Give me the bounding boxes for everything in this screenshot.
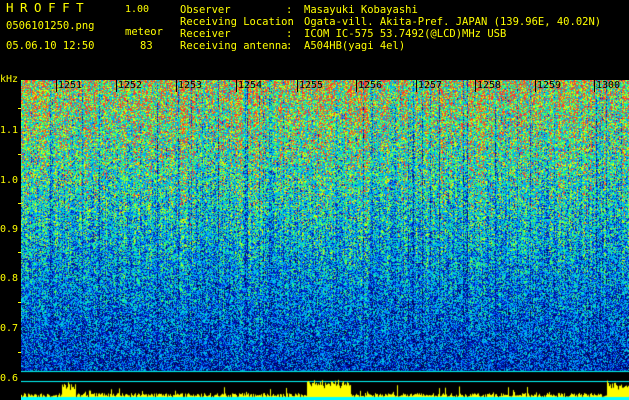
y-tick-label: 1.1 [0, 125, 19, 136]
app-version: 1.00 [125, 4, 150, 15]
time-tick-label: 1254 [238, 80, 263, 91]
time-tick-label: 1251 [58, 80, 83, 91]
time-tick-mark [475, 80, 476, 92]
time-tick-label: 1253 [178, 80, 203, 91]
waterfall-spectrogram [21, 80, 629, 400]
app-title: HROFFT [6, 0, 91, 15]
time-tick-mark [236, 80, 237, 92]
y-tick-label: 0.8 [0, 273, 19, 284]
y-tick-label: 0.7 [0, 323, 19, 334]
info-key-antenna: Receiving antenna [180, 40, 288, 52]
signal-level-canvas [21, 80, 629, 400]
datetime-stamp: 05.06.10 12:50 [6, 40, 95, 52]
time-tick-mark [535, 80, 536, 92]
y-tick-label: 1.0 [0, 175, 19, 186]
time-tick-mark [56, 80, 57, 92]
file-name: 0506101250.png [6, 20, 95, 32]
meteor-count: 83 [140, 40, 153, 52]
time-tick-mark [116, 80, 117, 92]
hrofft-window: HROFFT 1.00 0506101250.png meteor 05.06.… [0, 0, 629, 400]
time-tick-label: 1257 [418, 80, 443, 91]
time-tick-mark [594, 80, 595, 92]
y-tick-label: 0.6 [0, 373, 19, 384]
time-tick-mark [176, 80, 177, 92]
time-tick-label: 1255 [299, 80, 324, 91]
time-tick-label: 1259 [537, 80, 562, 91]
time-tick-label: 1300 [596, 80, 621, 91]
time-tick-label: 1256 [358, 80, 383, 91]
info-value-antenna: A504HB(yagi 4el) [304, 40, 406, 52]
time-tick-mark [356, 80, 357, 92]
y-tick-label: 0.9 [0, 224, 19, 235]
info-separator: : [286, 40, 293, 52]
time-tick-mark [416, 80, 417, 92]
time-tick-label: 1252 [118, 80, 143, 91]
frequency-unit-label: kHz [0, 74, 19, 85]
meteor-label: meteor [125, 26, 163, 38]
time-tick-mark [297, 80, 298, 92]
time-tick-label: 1258 [477, 80, 502, 91]
